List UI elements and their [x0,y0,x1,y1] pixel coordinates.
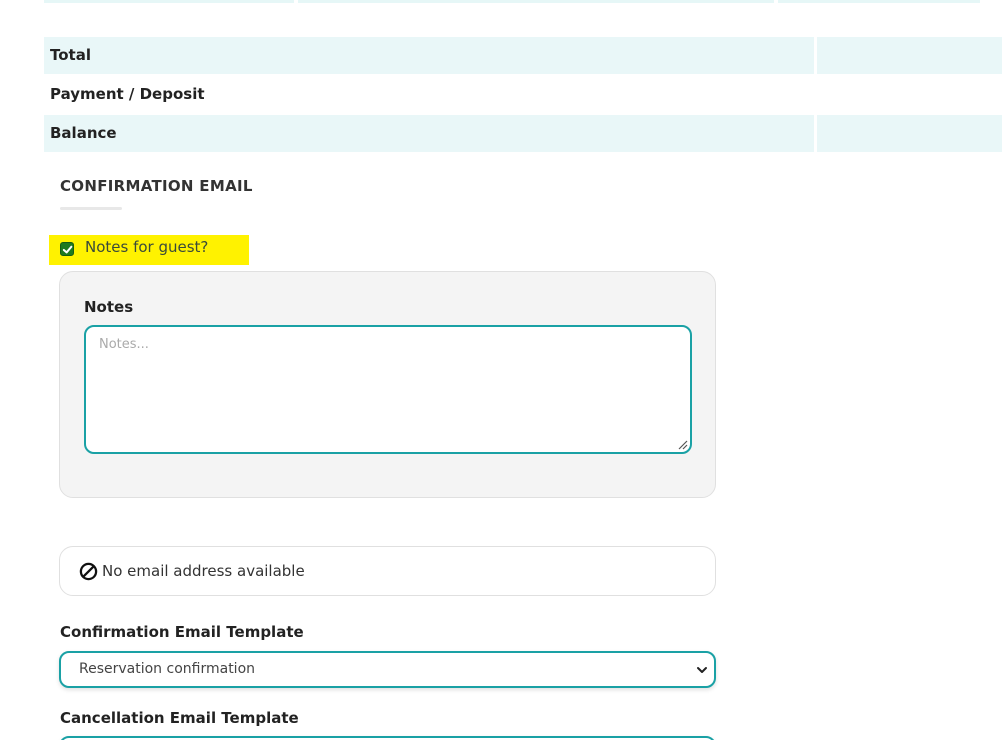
cancellation-template-label: Cancellation Email Template [60,709,299,727]
table-cell [44,0,294,3]
payment-deposit-label: Payment / Deposit [50,85,205,103]
totals-table: Total Payment / Deposit Balance [44,37,1002,154]
table-row-payment: Payment / Deposit [44,76,1002,113]
table-cell [298,0,774,3]
ban-icon [79,562,98,581]
confirmation-template-select[interactable]: Reservation confirmation [59,651,716,688]
total-value [817,37,1002,74]
table-cell [778,0,980,3]
table-row-total: Total [44,37,1002,74]
resize-handle-icon[interactable] [678,440,688,450]
check-icon [62,245,73,254]
page: Total Payment / Deposit Balance CONFIRMA… [0,0,1002,740]
table-row-balance: Balance [44,115,1002,152]
balance-label: Balance [44,115,814,152]
notes-for-guest-checkbox[interactable] [60,242,74,256]
chevron-down-icon [697,667,707,673]
section-title: CONFIRMATION EMAIL [60,177,253,195]
table-row-partial [44,0,1002,3]
confirmation-template-label: Confirmation Email Template [60,623,304,641]
notes-title: Notes [84,298,134,316]
total-label: Total [44,37,814,74]
no-email-text: No email address available [102,562,305,580]
balance-value [817,115,1002,152]
notes-textarea[interactable] [84,325,692,454]
notes-for-guest-label[interactable]: Notes for guest? [85,238,208,256]
payment-deposit-value [817,76,1002,113]
cancellation-template-select[interactable] [59,736,716,740]
section-underline [60,207,122,210]
confirmation-template-value: Reservation confirmation [79,661,256,677]
